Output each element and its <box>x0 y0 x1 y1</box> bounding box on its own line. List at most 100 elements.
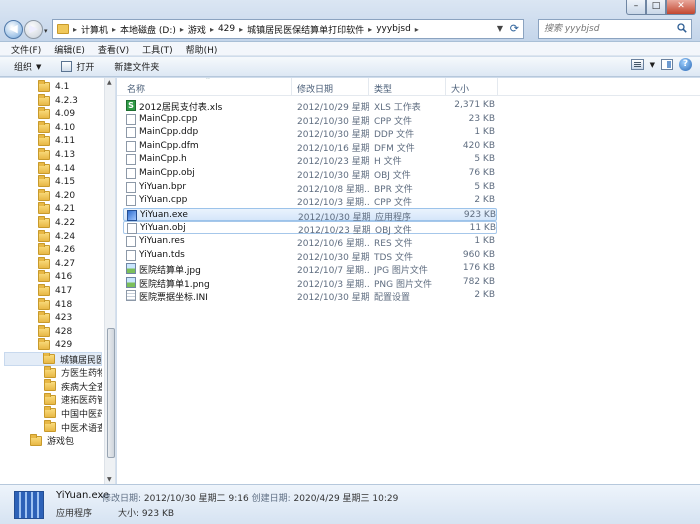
file-name: MainCpp.h <box>139 154 187 165</box>
nav-folder-item[interactable]: 游戏包 <box>6 433 102 448</box>
new-folder-button[interactable]: 新建文件夹 <box>102 58 167 76</box>
menu-file[interactable]: 文件(F) <box>6 42 49 56</box>
nav-folder-item[interactable]: 4.15 <box>6 175 102 189</box>
nav-folder-item[interactable]: 417 <box>6 284 102 298</box>
nav-folder-item[interactable]: 4.24 <box>6 229 102 244</box>
file-row[interactable]: S2012居民支付表.xls 2012/10/29 星期... XLS 工作表 2,3… <box>123 99 497 113</box>
nav-folder-item[interactable]: 418 <box>6 297 102 312</box>
file-row[interactable]: MainCpp.ddp 2012/10/30 星期... DDP 文件 1 KB <box>123 126 497 140</box>
file-row[interactable]: YiYuan.cpp 2012/10/3 星期... CPP 文件 2 KB <box>123 194 497 208</box>
nav-folder-item[interactable]: 4.21 <box>6 202 102 216</box>
close-button[interactable]: ✕ <box>666 0 696 15</box>
nav-folder-item[interactable]: 429 <box>6 338 102 352</box>
file-row[interactable]: MainCpp.obj 2012/10/30 星期... OBJ 文件 76 KB <box>123 167 497 181</box>
nav-folder-item[interactable]: 4.2.3 <box>6 93 102 108</box>
search-box[interactable] <box>538 19 692 39</box>
file-row[interactable]: YiYuan.tds 2012/10/30 星期... TDS 文件 960 KB <box>123 249 497 263</box>
folder-icon <box>38 120 50 133</box>
column-header-size[interactable]: 大小 <box>451 82 469 95</box>
nav-folder-item[interactable]: 416 <box>6 270 102 284</box>
breadcrumb-item[interactable]: yyybjsd <box>376 24 411 34</box>
breadcrumb-chevron-icon[interactable]: ▸ <box>73 25 77 34</box>
file-row[interactable]: 医院票据坐标.INI 2012/10/30 星期... 配置设置 2 KB <box>123 289 497 303</box>
view-options-chevron-icon[interactable]: ▼ <box>650 61 655 69</box>
column-divider[interactable] <box>445 78 446 96</box>
breadcrumb-chevron-icon[interactable]: ▸ <box>210 25 214 34</box>
minimize-button[interactable]: – <box>626 0 646 15</box>
nav-folder-item[interactable]: 中医术语查询 <box>6 420 102 434</box>
file-row[interactable]: MainCpp.cpp 2012/10/30 星期... CPP 文件 23 KB <box>123 113 497 127</box>
nav-folder-item[interactable]: 4.11 <box>6 134 102 148</box>
search-icon[interactable] <box>677 23 687 33</box>
breadcrumb-chevron-icon[interactable]: ▸ <box>368 25 372 34</box>
breadcrumb-item[interactable]: 游戏 <box>188 23 206 36</box>
file-date: 2012/10/6 星期... <box>297 239 369 249</box>
address-history-dropdown-icon[interactable]: ▼ <box>497 24 503 33</box>
nav-folder-item[interactable]: 4.20 <box>6 188 102 203</box>
folder-icon <box>38 256 50 269</box>
menu-help[interactable]: 帮助(H) <box>181 42 226 56</box>
chevron-down-icon: ▼ <box>36 62 42 71</box>
nav-folder-item[interactable]: 423 <box>6 311 102 325</box>
nav-folder-item[interactable]: 方医生药物手 <box>6 365 102 380</box>
search-input[interactable] <box>539 20 669 38</box>
column-header-name[interactable]: 名称 <box>127 82 145 95</box>
file-row[interactable]: MainCpp.dfm 2012/10/16 星期... DFM 文件 420 KB <box>123 140 497 154</box>
details-dates: 修改日期: 2012/10/30 星期二 9:16 创建日期: 2020/4/2… <box>102 491 398 504</box>
breadcrumb-chevron-icon[interactable]: ▸ <box>239 25 243 34</box>
nav-folder-item[interactable]: 4.13 <box>6 148 102 162</box>
scroll-up-icon[interactable]: ▲ <box>107 79 112 86</box>
breadcrumb-chevron-icon[interactable]: ▸ <box>112 25 116 34</box>
column-divider[interactable] <box>497 78 498 96</box>
file-row[interactable]: YiYuan.exe2012/10/30 星期...应用程序923 KB <box>123 207 497 223</box>
back-button[interactable]: ◀ <box>4 20 23 39</box>
column-header-date[interactable]: 修改日期 <box>297 82 333 95</box>
nav-folder-item[interactable]: 疾病大全查询 <box>6 379 102 393</box>
recent-pages-dropdown-icon[interactable]: ▾ <box>44 27 48 35</box>
menu-view[interactable]: 查看(V) <box>93 42 137 56</box>
breadcrumb-chevron-icon[interactable]: ▸ <box>415 25 419 34</box>
scrollbar-thumb[interactable] <box>107 328 115 458</box>
maximize-button[interactable]: □ <box>646 0 666 15</box>
file-row[interactable]: MainCpp.h 2012/10/23 星期... H 文件 5 KB <box>123 153 497 168</box>
nav-folder-item[interactable]: 4.22 <box>6 216 102 230</box>
address-bar[interactable]: ▸ 计算机 ▸ 本地磁盘 (D:) ▸ 游戏 ▸ 429 ▸ 城镇居民医保结算单打印软件 ▸ yyyb… <box>52 19 524 39</box>
folder-icon <box>30 433 42 446</box>
nav-folder-item[interactable]: 428 <box>6 324 102 339</box>
open-button[interactable]: 打开 <box>49 58 102 76</box>
file-type: H 文件 <box>374 157 402 168</box>
file-row[interactable]: 医院结算单.jpg 2012/10/7 星期... JPG 图片文件 176 KB <box>123 262 497 276</box>
help-icon[interactable]: ? <box>679 58 692 71</box>
breadcrumb-item[interactable]: 计算机 <box>81 23 108 36</box>
nav-folder-item[interactable]: 4.27 <box>6 256 102 271</box>
nav-folder-item[interactable]: 4.1 <box>6 80 102 94</box>
nav-folder-item[interactable]: 4.09 <box>6 107 102 121</box>
breadcrumb-item[interactable]: 429 <box>218 24 235 34</box>
breadcrumb-item[interactable]: 城镇居民医保结算单打印软件 <box>247 23 364 36</box>
scroll-down-icon[interactable]: ▼ <box>107 476 112 483</box>
nav-folder-item[interactable]: 4.10 <box>6 120 102 135</box>
file-row[interactable]: 医院结算单1.png 2012/10/3 星期... PNG 图片文件 782 KB <box>123 276 497 290</box>
file-size: 923 KB <box>463 209 496 220</box>
forward-button[interactable]: ▶ <box>24 20 43 39</box>
navigation-scrollbar[interactable]: ▲ ▼ <box>104 78 115 484</box>
menu-edit[interactable]: 编辑(E) <box>49 42 93 56</box>
menu-tools[interactable]: 工具(T) <box>137 42 181 56</box>
nav-folder-item[interactable]: 速拓医药管理 <box>6 392 102 407</box>
change-view-icon[interactable] <box>630 59 644 70</box>
file-row[interactable]: YiYuan.res 2012/10/6 星期... RES 文件 1 KB <box>123 235 497 249</box>
column-header-type[interactable]: 类型 <box>374 82 392 95</box>
organize-button[interactable]: 组织 ▼ <box>0 58 49 76</box>
breadcrumb-item[interactable]: 本地磁盘 (D:) <box>120 23 176 36</box>
file-row[interactable]: YiYuan.bpr 2012/10/8 星期... BPR 文件 5 KB <box>123 181 497 195</box>
refresh-icon[interactable]: ⟳ <box>510 22 519 35</box>
nav-folder-item[interactable]: 中国中医药遗 <box>6 406 102 420</box>
nav-folder-item[interactable]: 4.14 <box>6 161 102 176</box>
column-divider[interactable] <box>368 78 369 96</box>
nav-folder-item[interactable]: 4.26 <box>6 243 102 257</box>
file-row[interactable]: YiYuan.obj2012/10/23 星期...OBJ 文件11 KB <box>123 221 497 236</box>
breadcrumb-chevron-icon[interactable]: ▸ <box>180 25 184 34</box>
preview-pane-icon[interactable] <box>661 59 673 70</box>
nav-folder-item[interactable]: 城镇居民医保 <box>4 352 102 366</box>
column-divider[interactable] <box>291 78 292 96</box>
